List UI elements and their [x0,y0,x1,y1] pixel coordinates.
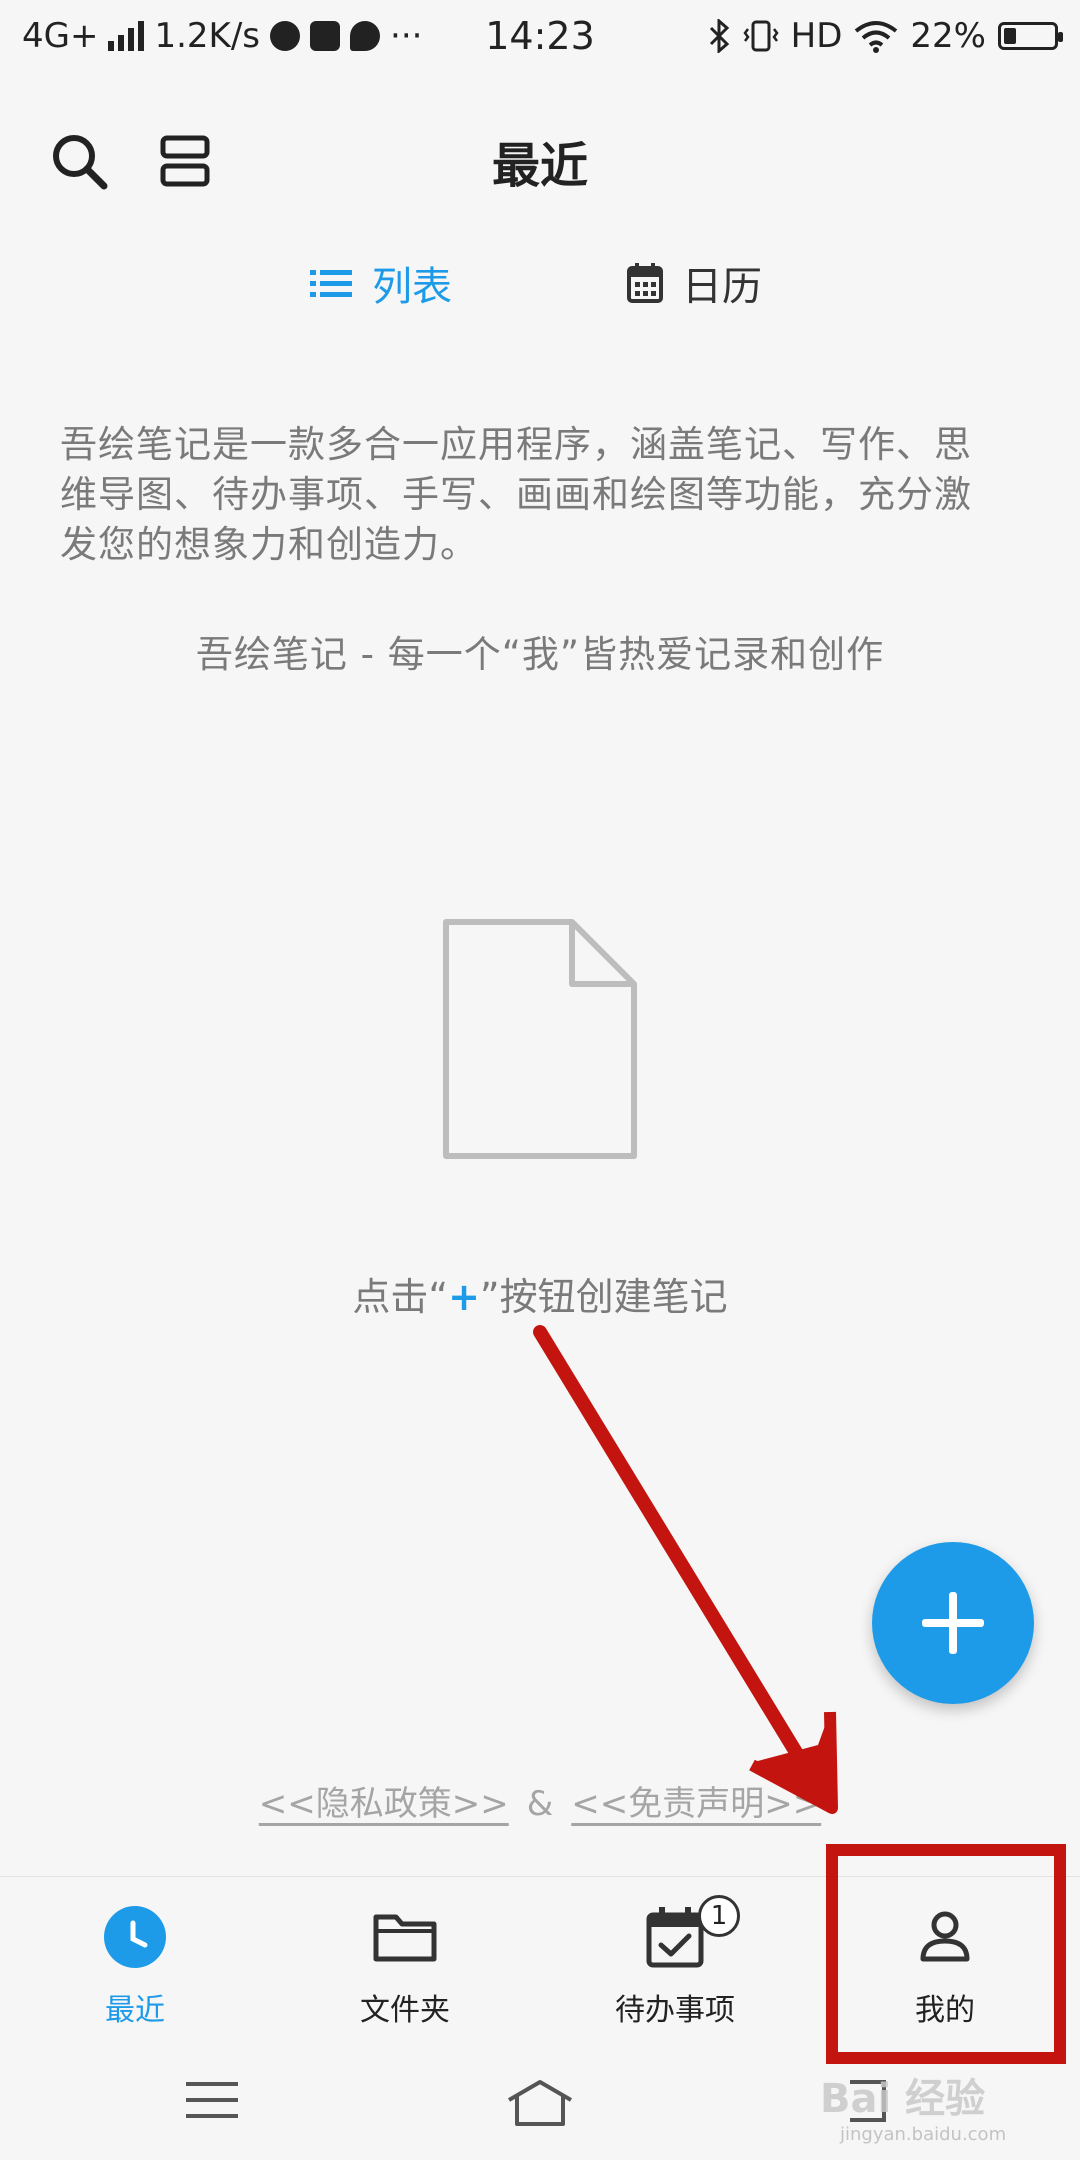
bluetooth-icon [709,19,729,53]
nav-item-todos[interactable]: 1 待办事项 [540,1895,810,2047]
nav-label-recent: 最近 [105,1993,165,2028]
disclaimer-link[interactable]: <<免责声明>> [571,1784,821,1824]
nav-label-folders: 文件夹 [360,1993,450,2028]
app-description: 吾绘笔记是一款多合一应用程序，涵盖笔记、写作、思维导图、待办事项、手写、画画和绘… [60,423,972,566]
status-bar: 4G+ 1.2K/s ··· 14:23 HD 22% [0,0,1080,72]
plus-icon [922,1592,984,1654]
status-right: HD 22% [707,16,1063,56]
hint-plus: + [448,1275,480,1319]
view-tabs: 列表 日历 [0,248,1080,318]
create-note-button[interactable] [872,1542,1034,1704]
hint-text-end: ”按钮创建笔记 [479,1275,728,1319]
folder-icon [373,1914,437,1962]
page-title: 最近 [491,138,588,194]
tab-calendar[interactable]: 日历 [626,248,762,318]
tab-list[interactable]: 列表 [310,248,452,318]
vibrate-icon [743,20,779,52]
privacy-policy-link[interactable]: <<隐私政策>> [259,1784,509,1824]
annotation-highlight-box [826,1844,1066,2064]
todo-count-badge: 1 [698,1895,740,1937]
app-header: 最近 [0,100,1080,220]
nav-label-todos: 待办事项 [615,1993,735,2028]
calendar-icon [627,263,663,303]
clock-icon [104,1906,166,1968]
list-icon [310,270,352,297]
watermark: Bai 经验 jingyan.baidu.com [820,2066,1006,2145]
legal-links: <<隐私政策>> & <<免责声明>> [0,1776,1080,1825]
app-slogan: 吾绘笔记 - 每一个“我”皆热爱记录和创作 [195,633,885,676]
watermark-sub: jingyan.baidu.com [840,2124,1007,2145]
menu-icon[interactable] [186,2078,238,2122]
battery-level [1004,28,1016,44]
battery-percent: 22% [910,16,986,56]
hd-indicator: HD [790,16,843,56]
nav-item-recent[interactable]: 最近 [0,1897,270,2047]
empty-document-icon [443,919,637,1159]
tab-calendar-label: 日历 [682,264,762,310]
watermark-text: Bai 经验 [820,2076,986,2122]
home-icon[interactable] [505,2078,575,2128]
wifi-icon [855,21,898,53]
tab-list-label: 列表 [372,264,452,310]
empty-hint: 点击“+”按钮创建笔记 [0,1266,1080,1321]
battery-icon [998,22,1063,50]
links-separator: & [526,1784,554,1824]
calendar-check-icon [646,1907,704,1968]
nav-item-folders[interactable]: 文件夹 [270,1897,540,2047]
hint-text-start: 点击“ [352,1275,449,1319]
